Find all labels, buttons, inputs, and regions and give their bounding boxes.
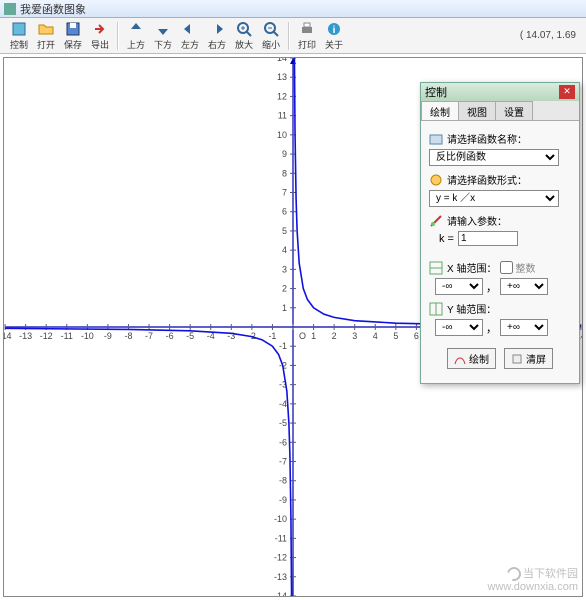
print-button[interactable]: 打印: [294, 20, 320, 52]
save-button[interactable]: 保存: [60, 20, 86, 52]
svg-text:7: 7: [282, 187, 287, 197]
draw-button[interactable]: 绘制: [447, 348, 496, 369]
svg-text:-14: -14: [274, 591, 287, 596]
svg-text:12: 12: [277, 91, 287, 101]
control-dialog: 控制 ✕ 绘制 视图 设置 请选择函数名称： 反比例函数 请选择函数形式： y …: [420, 82, 580, 384]
svg-text:4: 4: [282, 245, 287, 255]
svg-text:-5: -5: [186, 331, 194, 341]
y-range-label: Y 轴范围：: [447, 301, 496, 316]
toolbar-separator: [117, 22, 119, 50]
name-icon: [429, 132, 443, 146]
tab-view[interactable]: 视图: [458, 101, 496, 120]
integer-checkbox-label[interactable]: 整数: [500, 260, 535, 275]
svg-text:6: 6: [282, 207, 287, 217]
x-max-select[interactable]: +∞: [500, 278, 548, 295]
left-button[interactable]: 左方: [177, 20, 203, 52]
draw-icon: [454, 353, 466, 365]
zoom-out-button[interactable]: 缩小: [258, 20, 284, 52]
svg-text:5: 5: [282, 226, 287, 236]
control-button[interactable]: 控制: [6, 20, 32, 52]
svg-text:-6: -6: [166, 331, 174, 341]
svg-text:O: O: [299, 331, 306, 341]
open-button[interactable]: 打开: [33, 20, 59, 52]
svg-text:13: 13: [277, 72, 287, 82]
svg-text:-9: -9: [104, 331, 112, 341]
svg-text:2: 2: [332, 331, 337, 341]
toolbar-separator: [288, 22, 290, 50]
y-max-select[interactable]: +∞: [500, 319, 548, 336]
form-icon: [429, 173, 443, 187]
svg-text:-10: -10: [274, 514, 287, 524]
y-min-select[interactable]: -∞: [435, 319, 483, 336]
x-range-icon: [429, 261, 443, 275]
svg-text:-9: -9: [279, 495, 287, 505]
svg-text:-1: -1: [268, 331, 276, 341]
right-button[interactable]: 右方: [204, 20, 230, 52]
svg-text:14: 14: [277, 58, 287, 63]
dialog-titlebar[interactable]: 控制 ✕: [421, 83, 579, 101]
up-button[interactable]: 上方: [123, 20, 149, 52]
down-button[interactable]: 下方: [150, 20, 176, 52]
app-icon: [4, 3, 16, 15]
x-range-label: X 轴范围：: [447, 260, 496, 275]
params-icon: [429, 214, 443, 228]
svg-text:-4: -4: [279, 399, 287, 409]
x-min-select[interactable]: -∞: [435, 278, 483, 295]
export-button[interactable]: 导出: [87, 20, 113, 52]
svg-text:3: 3: [282, 264, 287, 274]
svg-text:-12: -12: [40, 331, 53, 341]
svg-text:-14: -14: [4, 331, 12, 341]
tab-settings[interactable]: 设置: [495, 101, 533, 120]
svg-text:-13: -13: [274, 572, 287, 582]
function-name-select[interactable]: 反比例函数: [429, 149, 559, 166]
k-input[interactable]: [458, 231, 518, 246]
svg-text:11: 11: [278, 111, 287, 121]
clear-button[interactable]: 清屏: [504, 348, 553, 369]
svg-text:4: 4: [373, 331, 378, 341]
svg-text:-8: -8: [279, 476, 287, 486]
svg-text:-13: -13: [19, 331, 32, 341]
svg-text:-11: -11: [61, 331, 73, 341]
svg-text:-7: -7: [279, 456, 287, 466]
svg-text:1: 1: [311, 331, 316, 341]
svg-text:-10: -10: [81, 331, 94, 341]
svg-text:9: 9: [282, 149, 287, 159]
integer-checkbox[interactable]: [500, 261, 513, 274]
svg-text:2: 2: [282, 284, 287, 294]
k-label: k =: [439, 233, 454, 245]
svg-text:-7: -7: [145, 331, 153, 341]
dialog-body: 请选择函数名称： 反比例函数 请选择函数形式： y = k ／x 请输入参数： …: [421, 121, 579, 383]
dialog-tabs: 绘制 视图 设置: [421, 101, 579, 121]
close-icon[interactable]: ✕: [559, 85, 575, 99]
about-button[interactable]: i关于: [321, 20, 347, 52]
svg-text:3: 3: [352, 331, 357, 341]
svg-text:-8: -8: [124, 331, 132, 341]
svg-text:-1: -1: [279, 341, 287, 351]
choose-name-label: 请选择函数名称：: [447, 131, 527, 146]
cursor-coordinates: ( 14.07, 1.69: [520, 30, 580, 41]
dialog-title: 控制: [425, 84, 447, 100]
svg-text:-5: -5: [279, 418, 287, 428]
input-params-label: 请输入参数：: [447, 213, 507, 228]
svg-text:1: 1: [282, 303, 287, 313]
y-range-icon: [429, 302, 443, 316]
window-title: 我爱函数图象: [20, 1, 86, 17]
function-form-select[interactable]: y = k ／x: [429, 190, 559, 207]
tab-draw[interactable]: 绘制: [421, 101, 459, 120]
toolbar: 控制 打开 保存 导出 上方 下方 左方 右方 放大 缩小 打印 i关于 ( 1…: [0, 18, 586, 54]
svg-text:-12: -12: [274, 553, 287, 563]
svg-text:5: 5: [393, 331, 398, 341]
svg-text:i: i: [333, 25, 336, 36]
zoom-in-button[interactable]: 放大: [231, 20, 257, 52]
svg-text:-11: -11: [275, 533, 287, 543]
svg-text:-6: -6: [279, 437, 287, 447]
svg-text:8: 8: [282, 168, 287, 178]
svg-text:10: 10: [277, 130, 287, 140]
clear-icon: [511, 353, 523, 365]
title-bar: 我爱函数图象: [0, 0, 586, 18]
choose-form-label: 请选择函数形式：: [447, 172, 527, 187]
svg-text:6: 6: [414, 331, 419, 341]
